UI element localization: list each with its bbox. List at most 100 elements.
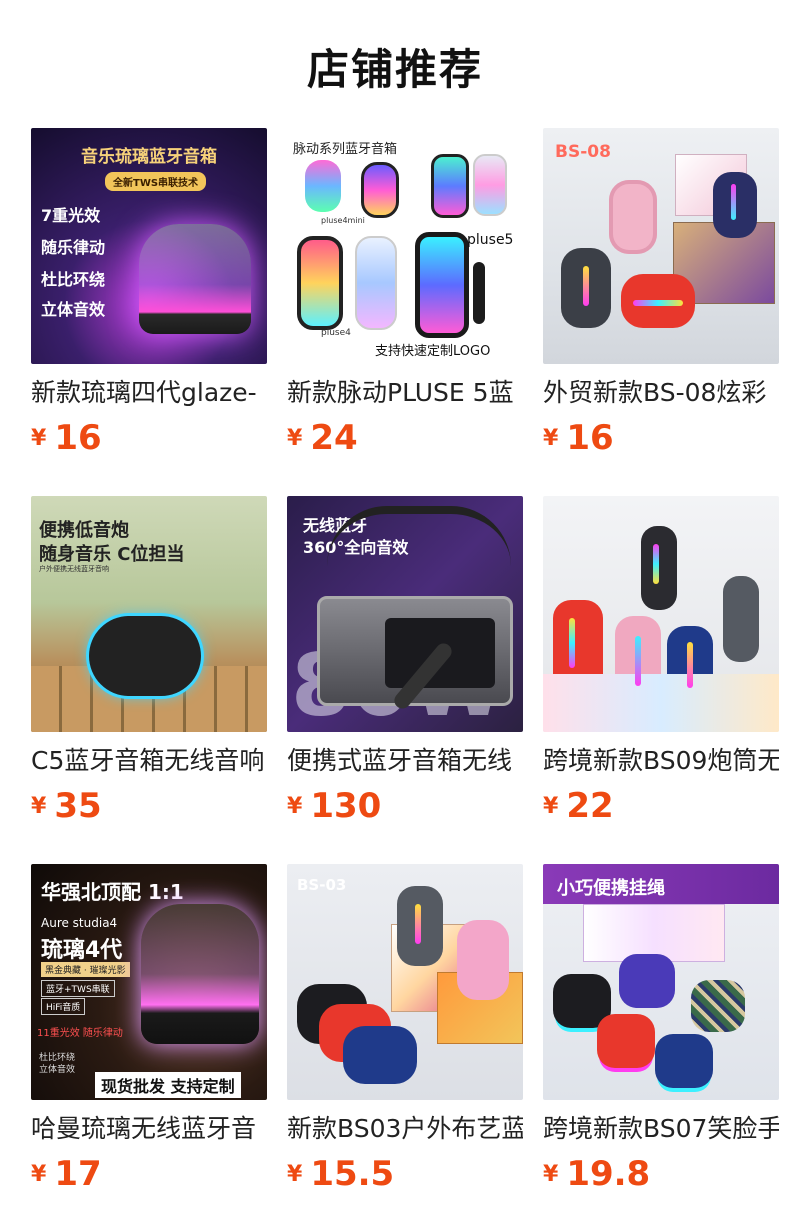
product-price: ¥19.8 [543,1154,650,1194]
product-price: ¥130 [287,786,381,826]
currency-symbol: ¥ [543,794,559,819]
product-image[interactable] [543,496,779,732]
product-image[interactable]: BS-08 [543,128,779,364]
product-card[interactable]: 华强北顶配 1:1 Aure studia4 琉璃4代 黑金典藏 · 璀璨光影 … [31,864,267,1232]
speaker-illustration [597,1014,655,1068]
light-strip [583,266,589,306]
light-strip [569,618,575,668]
light-strip [635,636,641,686]
product-card[interactable]: 跨境新款BS09炮筒无 ¥22 [543,496,779,864]
image-caption: 音乐琉璃蓝牙音箱 [81,147,217,167]
product-price: ¥16 [31,418,102,458]
speaker-illustration [473,154,507,216]
product-image[interactable]: 便携低音炮 随身音乐 C位担当 户外便携无线蓝牙音响 [31,496,267,732]
product-name[interactable]: 外贸新款BS-08炫彩 [543,376,779,410]
image-caption: 随身音乐 C位担当 [39,544,185,565]
image-caption: HiFi音质 [41,998,86,1015]
image-caption: 琉璃4代 [41,938,123,963]
image-caption: 7重光效 [41,206,101,225]
price-value: 16 [566,418,614,458]
page-title: 店铺推荐 [306,45,483,94]
product-card[interactable]: 便携低音炮 随身音乐 C位担当 户外便携无线蓝牙音响 C5蓝牙音箱无线音响 ¥3… [31,496,267,864]
image-caption: 现货批发 支持定制 [95,1072,241,1098]
image-caption: 全新TWS串联技术 [105,172,207,191]
price-value: 130 [310,786,382,826]
product-name[interactable]: 跨境新款BS09炮筒无 [543,744,779,778]
currency-symbol: ¥ [31,794,47,819]
image-caption: pluse4mini [321,216,365,225]
product-name[interactable]: 哈曼琉璃无线蓝牙音 [31,1112,267,1146]
image-caption: 脉动系列蓝牙音箱 [293,142,398,157]
image-caption: pluse4 [321,328,351,338]
product-image[interactable]: 无线蓝牙 360°全向音效 80W [287,496,523,732]
product-name[interactable]: 跨境新款BS07笑脸手 [543,1112,779,1146]
image-caption: 户外便携无线蓝牙音响 [39,565,109,573]
price-value: 15.5 [310,1154,395,1194]
currency-symbol: ¥ [287,426,303,451]
product-name[interactable]: 便携式蓝牙音箱无线 [287,744,523,778]
product-card[interactable]: BS-03 新款BS03户外布艺蓝 ¥15.5 [287,864,523,1232]
speaker-illustration [89,616,201,696]
speaker-illustration [355,236,397,330]
product-image[interactable]: 音乐琉璃蓝牙音箱 全新TWS串联技术 7重光效 随乐律动 杜比环绕 立体音效 [31,128,267,364]
image-caption: 杜比环绕 [41,270,106,289]
light-strip [415,904,421,944]
speaker-illustration [361,162,399,218]
currency-symbol: ¥ [543,426,559,451]
product-price: ¥17 [31,1154,102,1194]
price-value: 22 [566,786,614,826]
product-card[interactable]: 音乐琉璃蓝牙音箱 全新TWS串联技术 7重光效 随乐律动 杜比环绕 立体音效 新… [31,128,267,496]
speaker-illustration [305,160,341,212]
product-name[interactable]: 新款BS03户外布艺蓝 [287,1112,523,1146]
speaker-illustration [691,980,745,1032]
price-value: 35 [54,786,102,826]
speaker-illustration [139,224,251,334]
price-value: 16 [54,418,102,458]
product-price: ¥24 [287,418,358,458]
product-image[interactable]: 华强北顶配 1:1 Aure studia4 琉璃4代 黑金典藏 · 璀璨光影 … [31,864,267,1100]
speaker-illustration [297,236,343,330]
product-image[interactable]: BS-03 [287,864,523,1100]
microphone-illustration [473,262,485,324]
product-name[interactable]: 新款琉璃四代glaze- [31,376,267,410]
currency-symbol: ¥ [287,1162,303,1187]
product-card[interactable]: 无线蓝牙 360°全向音效 80W 便携式蓝牙音箱无线 ¥130 [287,496,523,864]
product-image[interactable]: 小巧便携挂绳 [543,864,779,1100]
box-illustration [543,674,779,732]
image-caption: Aure studia4 [41,916,118,930]
image-caption: 小巧便携挂绳 [557,878,665,899]
price-value: 19.8 [566,1154,651,1194]
light-strip [731,184,736,220]
product-image[interactable]: 脉动系列蓝牙音箱 pluse4mini pluse4 pluse5 支持快速定制… [287,128,523,364]
light-strip [633,300,683,306]
image-caption: 支持快速定制LOGO [375,344,491,359]
image-caption: 立体音效 [41,300,106,319]
price-value: 17 [54,1154,102,1194]
image-caption: 11重光效 随乐律动 [37,1028,123,1039]
light-strip [653,544,659,584]
image-caption: 华强北顶配 1:1 [41,880,184,904]
image-caption: 随乐律动 [41,238,106,257]
product-price: ¥16 [543,418,614,458]
image-caption: BS-03 [297,876,347,894]
product-name[interactable]: C5蓝牙音箱无线音响 [31,744,267,778]
product-name[interactable]: 新款脉动PLUSE 5蓝 [287,376,523,410]
image-caption: 便携低音炮 [39,520,129,541]
currency-symbol: ¥ [287,794,303,819]
currency-symbol: ¥ [31,1162,47,1187]
speaker-illustration [415,232,469,338]
speaker-illustration [343,1026,417,1084]
speaker-illustration [619,954,675,1008]
product-price: ¥22 [543,786,614,826]
light-strip [687,642,693,688]
product-grid: 音乐琉璃蓝牙音箱 全新TWS串联技术 7重光效 随乐律动 杜比环绕 立体音效 新… [31,128,790,1232]
image-caption: 黑金典藏 · 璀璨光影 [41,962,130,977]
currency-symbol: ¥ [31,426,47,451]
image-caption: pluse5 [467,232,514,248]
speaker-illustration [457,920,509,1000]
price-value: 24 [310,418,358,458]
image-caption: 蓝牙+TWS串联 [41,980,115,997]
product-card[interactable]: 脉动系列蓝牙音箱 pluse4mini pluse4 pluse5 支持快速定制… [287,128,523,496]
product-card[interactable]: 小巧便携挂绳 跨境新款BS07笑脸手 ¥19.8 [543,864,779,1232]
product-card[interactable]: BS-08 外贸新款BS-08炫彩 ¥16 [543,128,779,496]
